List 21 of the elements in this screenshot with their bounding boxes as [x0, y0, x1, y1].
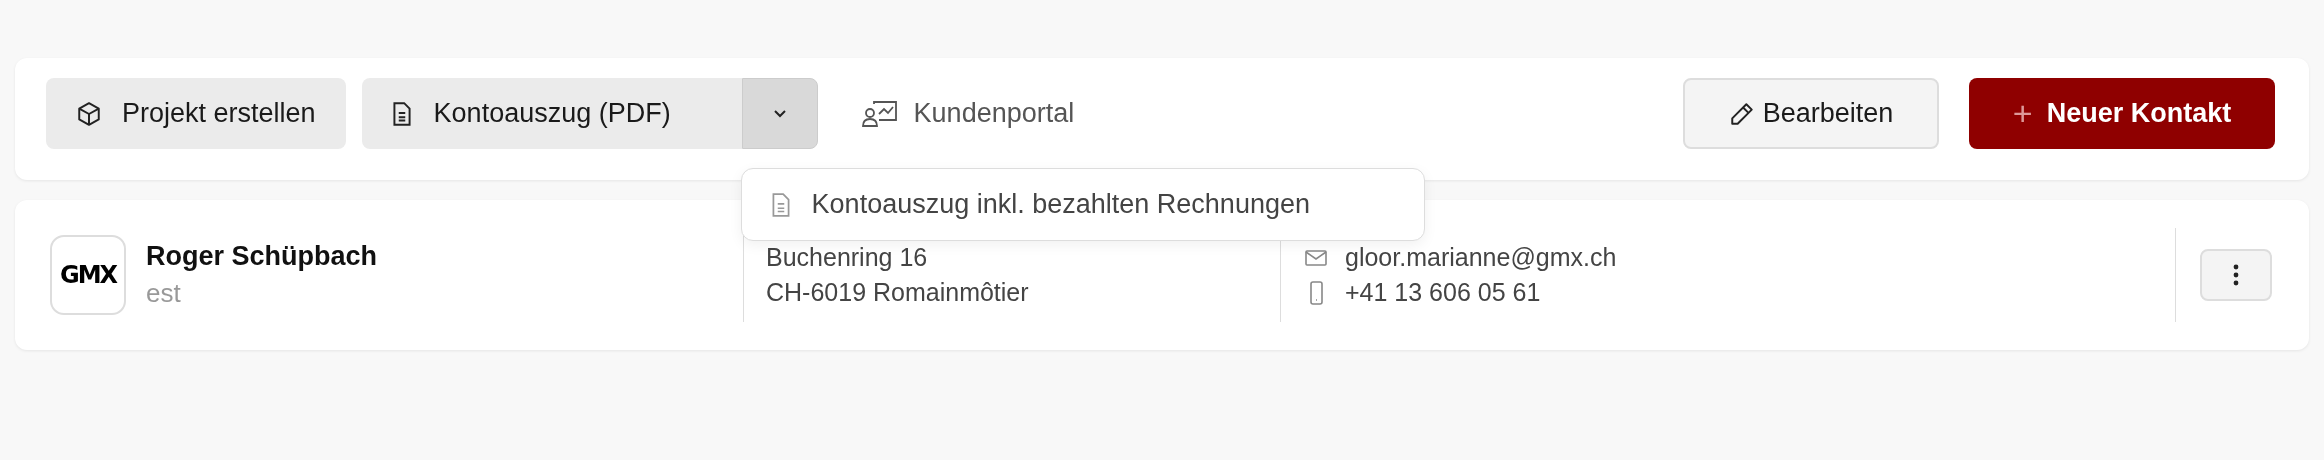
person-chart-icon	[861, 99, 898, 128]
phone-text: +41 13 606 05 61	[1345, 278, 1541, 307]
plus-icon: +	[2012, 94, 2033, 133]
contact-subtitle: est	[146, 278, 182, 309]
dropdown-toggle[interactable]	[741, 78, 818, 149]
cube-icon	[76, 100, 102, 127]
create-project-button[interactable]: Projekt erstellen	[46, 78, 346, 149]
edit-button[interactable]: Bearbeiten	[1683, 78, 1939, 149]
address-line: CH-6019 Romainmôtier	[766, 278, 1030, 307]
more-icon	[2233, 264, 2239, 286]
mail-icon	[1305, 248, 1327, 267]
more-button[interactable]	[2200, 249, 2272, 301]
menu-item[interactable]: Kontoauszug inkl. bezahlten Rechnungen	[741, 179, 1424, 230]
email-text: gloor.marianne@gmx.ch	[1345, 243, 1617, 272]
statement-pdf-button[interactable]: Kontoauszug (PDF)	[361, 78, 742, 149]
contact-name: Roger Schüpbach	[146, 241, 378, 272]
new-contact-button[interactable]: + Neuer Kontakt	[1969, 78, 2275, 149]
logo: GMX	[50, 235, 126, 315]
pencil-icon	[1728, 100, 1755, 127]
address-line: Buchenring 16	[766, 243, 929, 272]
customer-portal-link[interactable]: Kundenportal	[861, 98, 1075, 129]
